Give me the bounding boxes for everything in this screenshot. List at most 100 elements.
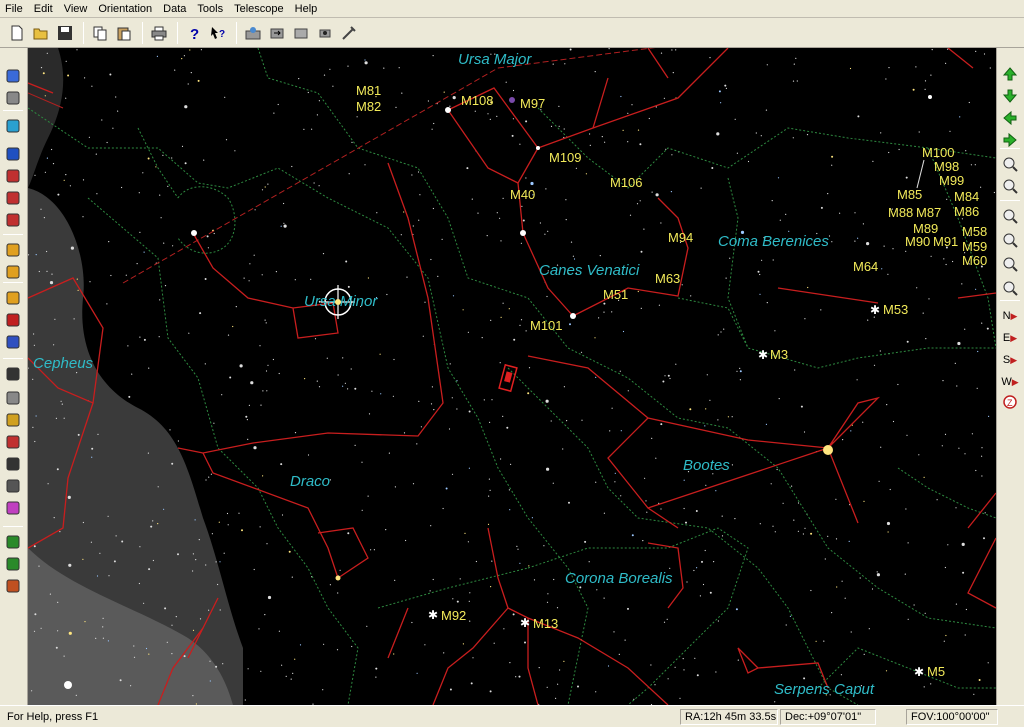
star: [603, 311, 605, 313]
menu-tools[interactable]: Tools: [192, 3, 229, 15]
star: [431, 128, 433, 130]
zenith-button[interactable]: [1000, 278, 1020, 298]
constellation-boundaries-button[interactable]: [3, 188, 23, 208]
variable-star-button[interactable]: [3, 432, 23, 452]
menu-data[interactable]: Data: [158, 3, 192, 15]
telescope-connect-button[interactable]: [242, 22, 264, 44]
menu-help[interactable]: Help: [290, 3, 324, 15]
menu-telescope[interactable]: Telescope: [229, 3, 290, 15]
sky-chart[interactable]: ✱ ✱ ✱ ✱ ✱ Ursa Major Ursa Minor Canes Ve…: [28, 48, 996, 705]
star: [336, 649, 339, 651]
horizon-flip-button[interactable]: [1000, 230, 1020, 250]
cluster-button[interactable]: [3, 476, 23, 496]
meteor-button[interactable]: [3, 576, 23, 596]
zenith-button[interactable]: Z: [1000, 392, 1020, 412]
sun-button[interactable]: [3, 288, 23, 308]
star: [880, 446, 882, 448]
arrow-down-button[interactable]: [1000, 86, 1020, 106]
direction-n-button[interactable]: N ▶: [1000, 306, 1020, 326]
telescope-focus-button[interactable]: [314, 22, 336, 44]
star: [607, 665, 610, 667]
zoom-out-button[interactable]: [1000, 176, 1020, 196]
star: [624, 639, 626, 641]
galaxy-button[interactable]: [3, 454, 23, 474]
satellite-icon: [6, 557, 20, 571]
arrow-right-button[interactable]: [1000, 130, 1020, 150]
star: [546, 601, 549, 603]
star: [489, 421, 491, 423]
star: [51, 148, 53, 151]
star: [82, 558, 84, 560]
help-button[interactable]: ?: [183, 22, 205, 44]
deep-sky-labels-button[interactable]: [3, 262, 23, 282]
star: [200, 49, 202, 51]
star: [550, 420, 552, 422]
star: [326, 357, 328, 359]
zoom-in-button[interactable]: [1000, 154, 1020, 174]
save-button[interactable]: [54, 22, 76, 44]
star: [622, 129, 624, 131]
ecliptic-button[interactable]: [3, 210, 23, 230]
star: [867, 319, 869, 321]
star: [496, 212, 498, 214]
star: [530, 181, 534, 186]
menu-view[interactable]: View: [59, 3, 94, 15]
star: [280, 463, 283, 466]
arrow-up-button[interactable]: [1000, 64, 1020, 84]
star: [148, 367, 150, 369]
star-button[interactable]: [3, 388, 23, 408]
star: [470, 682, 473, 685]
star: [34, 613, 37, 616]
equatorial-grid-button[interactable]: [3, 66, 23, 86]
arrow-left-button[interactable]: [1000, 108, 1020, 128]
copy-button[interactable]: [89, 22, 111, 44]
menu-orientation[interactable]: Orientation: [93, 3, 158, 15]
star: [477, 212, 479, 214]
star: [639, 143, 642, 146]
context-help-button[interactable]: ?: [207, 22, 229, 44]
star: [771, 200, 773, 202]
print-button[interactable]: [148, 22, 170, 44]
menu-file[interactable]: File: [0, 3, 29, 15]
direction-w-button[interactable]: W ▶: [1000, 372, 1020, 392]
star: [941, 445, 943, 447]
star: [562, 448, 564, 450]
star: [462, 309, 464, 311]
telescope-slew-button[interactable]: [266, 22, 288, 44]
new-button[interactable]: [6, 22, 28, 44]
star-labels-button[interactable]: [3, 240, 23, 260]
telescope-park-button[interactable]: [338, 22, 360, 44]
direction-e-button[interactable]: E ▶: [1000, 328, 1020, 348]
daylight-button[interactable]: [3, 116, 23, 136]
star: [169, 429, 171, 431]
menu-edit[interactable]: Edit: [29, 3, 59, 15]
planetarium-button[interactable]: [1000, 254, 1020, 274]
open-button[interactable]: [30, 22, 52, 44]
star: [437, 275, 439, 277]
star: [598, 317, 600, 319]
binoculars-button[interactable]: [3, 364, 23, 384]
paste-button[interactable]: [113, 22, 135, 44]
direction-s-button[interactable]: S ▶: [1000, 350, 1020, 370]
label-m86: M86: [954, 204, 979, 219]
svg-text:✱: ✱: [758, 348, 768, 362]
star: [218, 521, 220, 523]
nebula-button[interactable]: [3, 498, 23, 518]
double-star-button[interactable]: [3, 410, 23, 430]
constellation-lines-button[interactable]: [3, 166, 23, 186]
telescope-sync-button[interactable]: [290, 22, 312, 44]
star: [121, 540, 124, 543]
horizon-button[interactable]: [3, 88, 23, 108]
star: [525, 120, 528, 123]
star: [385, 529, 387, 531]
comet-button[interactable]: [3, 310, 23, 330]
image-button[interactable]: [3, 332, 23, 352]
star: [318, 185, 320, 187]
satellite-button[interactable]: [3, 554, 23, 574]
planet-button[interactable]: [3, 144, 23, 164]
star: [553, 578, 555, 581]
star: [429, 590, 431, 592]
rotate-button[interactable]: [1000, 206, 1020, 226]
asteroid-button[interactable]: [3, 532, 23, 552]
svg-text:✱: ✱: [914, 665, 924, 679]
